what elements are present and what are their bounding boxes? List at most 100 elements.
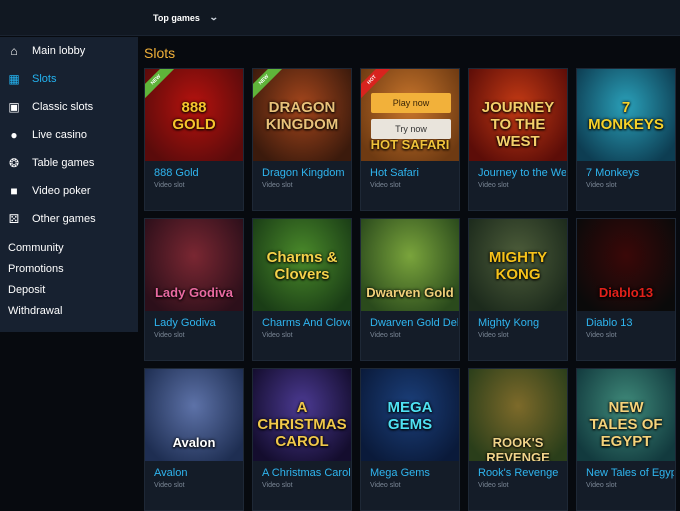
game-logo-text: Lady Godiva: [154, 285, 234, 300]
game-card[interactable]: 7 MONKEYS 7 Monkeys Video slot: [576, 68, 676, 211]
sidebar-item-label: Main lobby: [32, 45, 86, 57]
game-name[interactable]: Charms And Clovers: [262, 317, 350, 329]
game-type: Video slot: [370, 332, 401, 339]
game-card[interactable]: Diablo13 Diablo 13 Video slot: [576, 218, 676, 361]
chevron-down-icon: ⌄: [208, 12, 219, 22]
sidebar-item-label: Live casino: [32, 129, 88, 141]
sidebar-link-deposit[interactable]: Deposit: [0, 279, 138, 300]
game-type: Video slot: [478, 182, 509, 189]
game-card[interactable]: HOT SAFARI Play now Try now HOT Hot Safari Vi…: [360, 68, 460, 211]
game-type: Video slot: [262, 182, 293, 189]
sidebar-item-label: Table games: [32, 157, 95, 169]
game-logo-text: Diablo13: [598, 285, 654, 300]
game-badge: NEW: [253, 69, 286, 102]
sidebar-item-label: Other games: [32, 213, 96, 225]
sidebar-item-table-games[interactable]: ❂ Table games: [0, 149, 138, 177]
game-card[interactable]: Lady Godiva Lady Godiva Video slot: [144, 218, 244, 361]
game-name[interactable]: Diablo 13: [586, 317, 674, 329]
sidebar-item-label: Video poker: [32, 185, 91, 197]
top-games-dropdown[interactable]: Top games ⌄: [153, 12, 219, 23]
game-logo-text: MIGHTY KONG: [488, 249, 548, 283]
game-type: Video slot: [586, 182, 617, 189]
game-thumbnail[interactable]: ROOK'S REVENGE: [469, 369, 567, 461]
game-type: Video slot: [262, 482, 293, 489]
game-type: Video slot: [478, 332, 509, 339]
sidebar-item-slots[interactable]: ▦ Slots: [0, 65, 138, 93]
sidebar-nav: ⌂ Main lobby ▦ Slots ▣ Classic slots ● Live cas…: [0, 37, 138, 233]
game-card[interactable]: Charms & Clovers Charms And Clovers Video …: [252, 218, 352, 361]
sidebar-item-video-poker[interactable]: ■ Video poker: [0, 177, 138, 205]
game-card[interactable]: ROOK'S REVENGE Rook's Revenge Video slot: [468, 368, 568, 511]
game-type: Video slot: [154, 332, 185, 339]
game-badge: NEW: [145, 69, 178, 102]
game-card[interactable]: A CHRISTMAS CAROL A Christmas Carol Video …: [252, 368, 352, 511]
game-card[interactable]: NEW TALES OF EGYPT New Tales of Egypt Vide…: [576, 368, 676, 511]
sidebar-link-withdrawal[interactable]: Withdrawal: [0, 300, 138, 321]
game-card[interactable]: MIGHTY KONG Mighty Kong Video slot: [468, 218, 568, 361]
game-name[interactable]: Avalon: [154, 467, 242, 479]
play-now-button[interactable]: Play now: [371, 93, 451, 113]
dropdown-label: Top games: [153, 12, 200, 23]
game-name[interactable]: Journey to the West: [478, 167, 566, 179]
game-name[interactable]: Mighty Kong: [478, 317, 566, 329]
game-thumbnail[interactable]: 7 MONKEYS: [577, 69, 675, 161]
sidebar-item-other-games[interactable]: ⚄ Other games: [0, 205, 138, 233]
game-type: Video slot: [154, 182, 185, 189]
game-card[interactable]: DRAGON KINGDOM NEW Dragon Kingdom Video slo…: [252, 68, 352, 211]
sidebar-link-promotions[interactable]: Promotions: [0, 258, 138, 279]
game-name[interactable]: A Christmas Carol: [262, 467, 350, 479]
game-thumbnail[interactable]: A CHRISTMAS CAROL: [253, 369, 351, 461]
game-logo-text: NEW TALES OF EGYPT: [589, 399, 663, 450]
game-logo-text: JOURNEY TO THE WEST: [481, 99, 555, 150]
sidebar-links: Community Promotions Deposit Withdrawal: [0, 237, 138, 321]
game-name[interactable]: Dwarven Gold Deluxe: [370, 317, 458, 329]
game-name[interactable]: Mega Gems: [370, 467, 458, 479]
game-card[interactable]: MEGA GEMS Mega Gems Video slot: [360, 368, 460, 511]
game-thumbnail[interactable]: HOT SAFARI Play now Try now HOT: [361, 69, 459, 161]
game-thumbnail[interactable]: 888 GOLD NEW: [145, 69, 243, 161]
sidebar: ⌂ Main lobby ▦ Slots ▣ Classic slots ● Live cas…: [0, 37, 138, 332]
classic-slots-icon: ▣: [8, 100, 20, 114]
page-title: Slots: [144, 45, 176, 61]
cards-icon: ■: [10, 184, 18, 198]
sidebar-item-label: Slots: [32, 73, 57, 85]
game-card[interactable]: 888 GOLD NEW 888 Gold Video slot: [144, 68, 244, 211]
sidebar-link-community[interactable]: Community: [0, 237, 138, 258]
try-now-button[interactable]: Try now: [371, 119, 451, 139]
sidebar-item-label: Classic slots: [32, 101, 94, 113]
game-logo-text: A CHRISTMAS CAROL: [257, 399, 347, 450]
game-name[interactable]: 888 Gold: [154, 167, 242, 179]
game-type: Video slot: [370, 182, 401, 189]
game-name[interactable]: Rook's Revenge: [478, 467, 566, 479]
game-card[interactable]: Avalon Avalon Video slot: [144, 368, 244, 511]
dice-icon: ⚄: [8, 212, 20, 226]
game-name[interactable]: 7 Monkeys: [586, 167, 674, 179]
roulette-icon: ❂: [8, 156, 20, 170]
game-thumbnail[interactable]: JOURNEY TO THE WEST: [469, 69, 567, 161]
game-thumbnail[interactable]: Diablo13: [577, 219, 675, 311]
sidebar-item-live-casino[interactable]: ● Live casino: [0, 121, 138, 149]
top-bar: Top games ⌄: [0, 0, 680, 36]
game-thumbnail[interactable]: MEGA GEMS: [361, 369, 459, 461]
game-thumbnail[interactable]: Lady Godiva: [145, 219, 243, 311]
game-thumbnail[interactable]: Dwarven Gold: [361, 219, 459, 311]
game-logo-text: 888 GOLD: [172, 99, 216, 133]
game-name[interactable]: New Tales of Egypt: [586, 467, 674, 479]
game-thumbnail[interactable]: MIGHTY KONG: [469, 219, 567, 311]
game-thumbnail[interactable]: DRAGON KINGDOM NEW: [253, 69, 351, 161]
game-thumbnail[interactable]: NEW TALES OF EGYPT: [577, 369, 675, 461]
game-thumbnail[interactable]: Avalon: [145, 369, 243, 461]
sidebar-item-classic-slots[interactable]: ▣ Classic slots: [0, 93, 138, 121]
game-thumbnail[interactable]: Charms & Clovers: [253, 219, 351, 311]
sidebar-item-main-lobby[interactable]: ⌂ Main lobby: [0, 37, 138, 65]
dealer-icon: ●: [10, 128, 18, 142]
game-name[interactable]: Dragon Kingdom: [262, 167, 350, 179]
game-type: Video slot: [478, 482, 509, 489]
game-logo-text: HOT SAFARI: [370, 137, 450, 152]
game-type: Video slot: [586, 482, 617, 489]
game-card[interactable]: Dwarven Gold Dwarven Gold Deluxe Video slo…: [360, 218, 460, 361]
game-name[interactable]: Hot Safari: [370, 167, 458, 179]
game-card[interactable]: JOURNEY TO THE WEST Journey to the West Vi…: [468, 68, 568, 211]
game-name[interactable]: Lady Godiva: [154, 317, 242, 329]
game-type: Video slot: [370, 482, 401, 489]
